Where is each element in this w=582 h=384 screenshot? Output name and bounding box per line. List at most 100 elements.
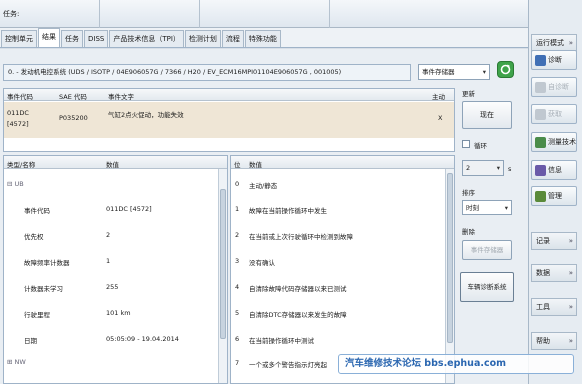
refresh-icon: [500, 64, 511, 75]
bit-number: 0: [235, 180, 240, 188]
detail-left-panel: 类型/名称 数值 ⊟ UB 事件代码 011DC [4572] 优先权 2 故障…: [3, 155, 228, 384]
left-scroll-thumb[interactable]: [220, 189, 226, 339]
tab-tasks[interactable]: 任务: [61, 30, 83, 47]
detail-value: 011DC [4572]: [106, 205, 152, 213]
group-ub-toggle[interactable]: ⊟ UB: [7, 180, 24, 188]
top-section-3: [200, 0, 330, 28]
interval-field[interactable]: 2: [462, 160, 504, 176]
sidebar-item-label: 管理: [548, 192, 562, 200]
loop-checkbox[interactable]: [462, 140, 470, 148]
sidebar-item-label: 测量技术: [548, 138, 576, 146]
bit-number: 6: [235, 335, 240, 343]
col-sae-code: SAE 代码: [59, 93, 87, 101]
sidebar-item-label: 自诊断: [548, 83, 569, 91]
sidebar-item-admin[interactable]: 管理: [531, 186, 577, 206]
tab-process[interactable]: 流程: [221, 30, 244, 47]
measurement-icon: [535, 137, 546, 148]
left-scrollbar[interactable]: [218, 169, 227, 383]
detail-value: 2: [106, 231, 111, 239]
task-label: 任务:: [3, 10, 20, 18]
task-section: 任务:: [0, 0, 100, 28]
memory-select-value: 事件存储器: [422, 68, 455, 76]
sidebar-item-label: 诊断: [548, 56, 562, 64]
event-code-hex: [4572]: [7, 120, 29, 128]
col-event-text: 事件文字: [108, 93, 134, 101]
bit-number: 2: [235, 231, 240, 239]
info-icon: [535, 165, 546, 176]
bit-number: 5: [235, 309, 240, 317]
bit-text: 在当前操作循环中测试: [249, 337, 314, 345]
event-code: 011DC: [7, 109, 29, 117]
bit-text: 一个或多个警告指示灯亮起: [249, 361, 327, 369]
go-button[interactable]: [497, 61, 514, 78]
tab-strip: 控制单元 结果 任务 DISS 产品技术信息（TPI） 检测计划 流程 特殊功能: [0, 28, 528, 48]
forum-watermark: 汽车维修技术论坛 bbs.ephua.com: [338, 354, 574, 374]
bit-text: 没有确认: [249, 259, 275, 267]
clear-memory-button[interactable]: 事件存储器: [462, 240, 512, 260]
self-diagnosis-icon: [535, 82, 546, 93]
tab-test-plan[interactable]: 检测计划: [184, 30, 221, 47]
bit-text: 主动/静态: [249, 182, 278, 190]
group-nw-toggle[interactable]: ⊞ NW: [7, 358, 26, 366]
interval-value: 2: [466, 164, 471, 172]
sort-select[interactable]: 时刻: [462, 200, 512, 215]
active-flag: X: [438, 114, 443, 122]
col-value: 数值: [106, 161, 119, 169]
vehicle-diagnosis-button[interactable]: 车辆诊断系统: [460, 272, 514, 302]
sidebar-section-data[interactable]: 数据: [531, 264, 577, 282]
sidebar-item-label: 信息: [548, 166, 562, 174]
col-type-name: 类型/名称: [7, 161, 36, 169]
right-scrollbar[interactable]: [445, 169, 454, 383]
control-unit-path: 0. - 发动机电控系统 (UDS / ISOTP / 04E906057G /…: [3, 64, 411, 81]
table-row[interactable]: 011DC [4572] P035200 气缸2点火促动，功能失效 X: [4, 102, 454, 138]
sidebar-item-diagnosis[interactable]: 诊断: [531, 50, 577, 70]
group-ub-label: UB: [14, 180, 24, 188]
detail-left-header: 类型/名称 数值: [4, 156, 227, 169]
detail-name: 优先权: [24, 233, 44, 241]
memory-select[interactable]: 事件存储器: [418, 64, 490, 80]
tab-special-functions[interactable]: 特殊功能: [244, 30, 281, 47]
sidebar-item-self-diagnosis[interactable]: 自诊断: [531, 77, 577, 97]
delete-label: 删除: [462, 228, 475, 236]
detail-name: 日期: [24, 337, 37, 345]
event-table: 事件代码 SAE 代码 事件文字 主动 011DC [4572] P035200…: [3, 88, 455, 152]
top-bar: 任务:: [0, 0, 528, 28]
bit-number: 3: [235, 257, 240, 265]
tab-diss[interactable]: DISS: [84, 30, 109, 47]
detail-right-panel: 位 数值 0 主动/静态 1 故障在当前操作循环中发生 2 在当前或上次行驶循环…: [230, 155, 455, 384]
detail-right-header: 位 数值: [231, 156, 454, 169]
bit-text: 在当前或上次行驶循环中检测到故障: [249, 233, 353, 241]
sae-code: P035200: [59, 114, 88, 122]
sidebar-item-info[interactable]: 信息: [531, 160, 577, 180]
bit-text: 自清除故障代码存储器以来已测试: [249, 285, 347, 293]
tab-control-unit[interactable]: 控制单元: [1, 30, 37, 47]
event-table-header: 事件代码 SAE 代码 事件文字 主动: [4, 89, 454, 101]
sidebar-section-tools[interactable]: 工具: [531, 298, 577, 316]
detail-name: 故障频率计数器: [24, 259, 70, 267]
bit-number: 7: [235, 359, 240, 367]
bit-number: 4: [235, 283, 240, 291]
sidebar-item-label: 获取: [548, 110, 562, 118]
top-section-2: [100, 0, 200, 28]
right-scroll-thumb[interactable]: [447, 173, 453, 343]
bit-text: 自清除DTC存储器以来发生的故障: [249, 311, 347, 319]
detail-value: 05:05:09 - 19.04.2014: [106, 335, 179, 343]
sidebar-item-obtain[interactable]: 获取: [531, 104, 577, 124]
tab-tpi[interactable]: 产品技术信息（TPI）: [109, 30, 184, 47]
now-button[interactable]: 现在: [462, 101, 512, 129]
sort-value: 时刻: [466, 204, 479, 212]
bit-number: 1: [235, 205, 240, 213]
col-event-code: 事件代码: [7, 93, 33, 101]
sidebar-section-records[interactable]: 记录: [531, 232, 577, 250]
group-nw-label: NW: [14, 358, 26, 366]
detail-name: 行驶里程: [24, 311, 50, 319]
tab-results[interactable]: 结果: [38, 28, 60, 47]
loop-label: 循环: [474, 142, 487, 150]
interval-unit: s: [508, 165, 512, 173]
admin-icon: [535, 191, 546, 202]
sidebar-section-help[interactable]: 帮助: [531, 332, 577, 350]
event-text: 气缸2点火促动，功能失效: [108, 111, 184, 119]
sidebar-item-measurement[interactable]: 测量技术: [531, 132, 577, 152]
col-bit-value: 数值: [249, 161, 262, 169]
sort-label: 排序: [462, 189, 475, 197]
